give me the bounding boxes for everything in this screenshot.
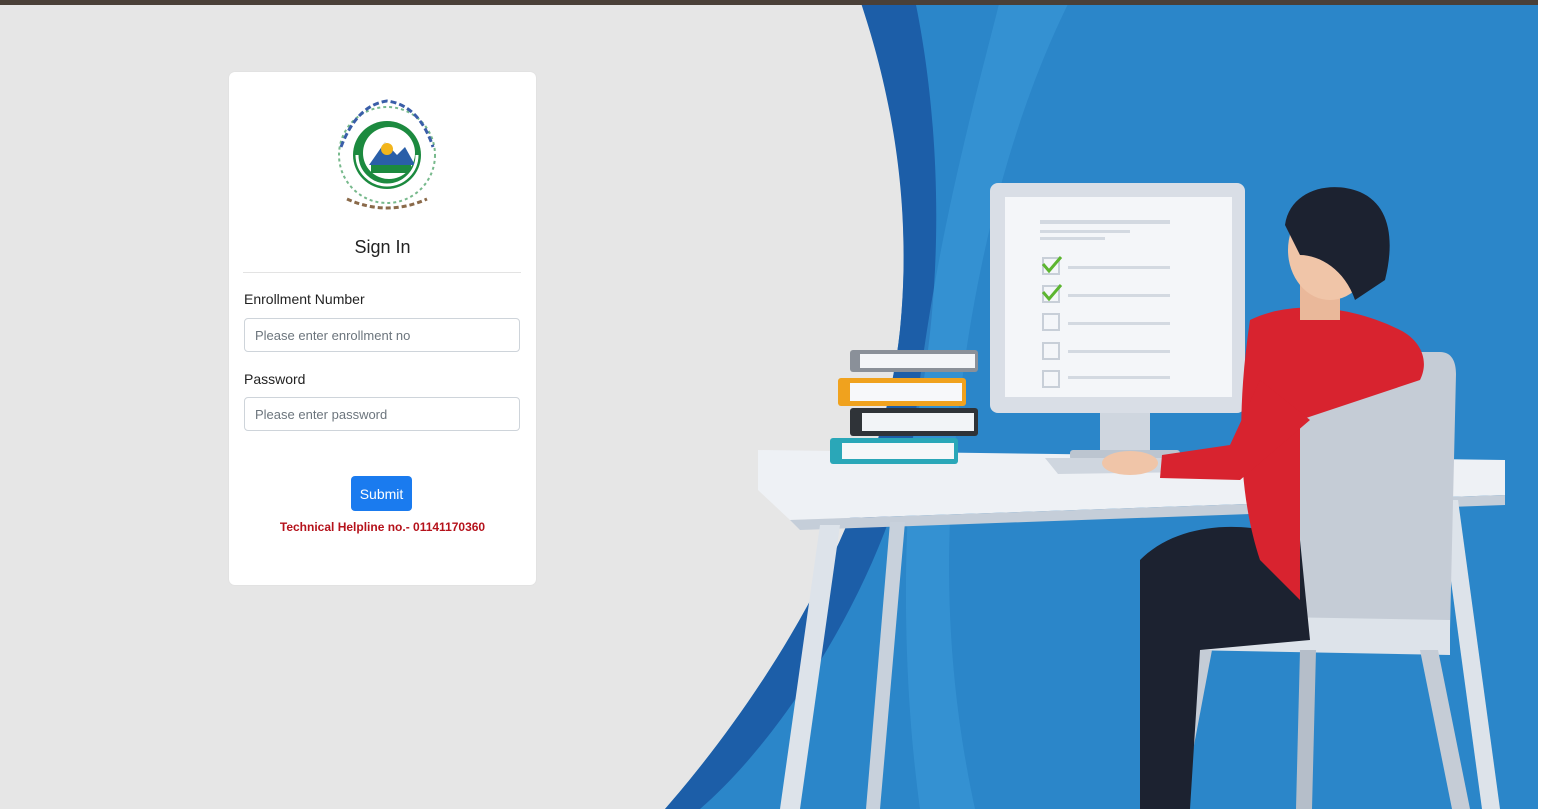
sign-in-card: Sign In Enrollment Number Password Submi… (229, 72, 536, 585)
university-emblem-icon (338, 99, 436, 210)
password-label: Password (244, 371, 306, 387)
password-input[interactable] (244, 397, 520, 431)
top-border (0, 0, 1544, 5)
right-edge (1538, 0, 1544, 809)
enrollment-label: Enrollment Number (244, 291, 365, 307)
enrollment-number-input[interactable] (244, 318, 520, 352)
technical-helpline: Technical Helpline no.- 01141170360 (279, 520, 486, 534)
submit-button[interactable]: Submit (351, 476, 412, 511)
sign-in-title: Sign In (354, 237, 411, 257)
title-divider (243, 272, 521, 273)
